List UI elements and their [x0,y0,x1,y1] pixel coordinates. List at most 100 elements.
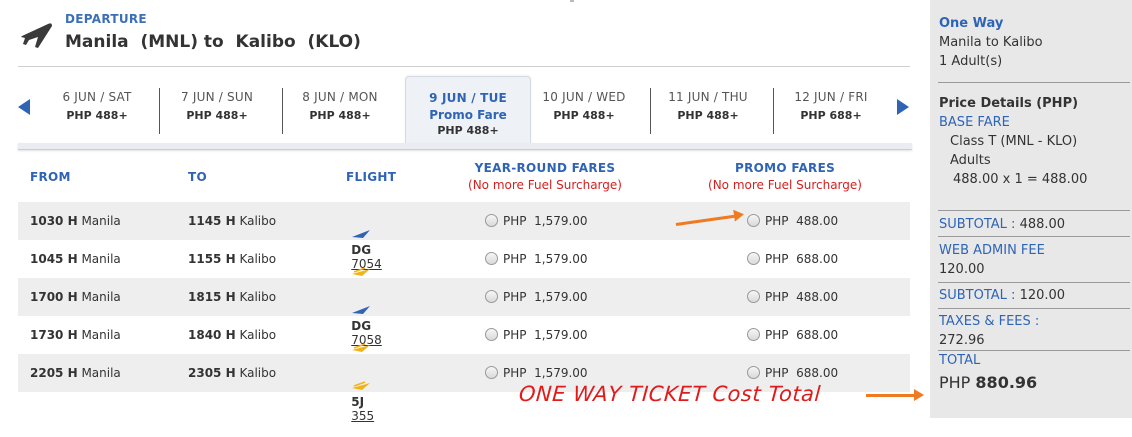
arrival-cell: 2305 H Kalibo [188,366,276,380]
arrival-city: Kalibo [239,328,277,342]
header-divider [18,66,910,67]
subtotal-admin: SUBTOTAL : 120.00 [939,288,1065,303]
taxes-fees-value: 272.96 [939,333,985,348]
annotation-arrow-head-icon [914,389,924,401]
arrival-cell: 1840 H Kalibo [188,328,276,342]
departure-time: 1700 H [30,290,78,304]
subtotal-label: SUBTOTAL : [939,217,1016,232]
promo-fare-price: PHP 488.00 [765,290,839,304]
promo-fares-title: PROMO FARES [734,161,836,175]
column-header-year-round: YEAR-ROUND FARES (No more Fuel Surcharge… [440,161,650,192]
table-row: 1030 H Manila 1145 H Kalibo DG 7054 PHP … [18,202,910,271]
promo-fare-radio[interactable] [747,214,760,227]
column-header-promo: PROMO FARES (No more Fuel Surcharge) [680,161,890,192]
promo-fare-radio[interactable] [747,366,760,379]
arrival-time: 1155 H [188,252,236,266]
date-tab-price: PHP 488+ [677,109,739,122]
subtotal-value: 488.00 [1019,217,1066,232]
flight-number-link[interactable]: 355 [351,409,374,423]
date-tab-10-jun[interactable]: 10 JUN / WED PHP 488+ [522,84,646,134]
year-round-fare-radio[interactable] [485,328,498,341]
date-tab-date: 10 JUN / WED [542,90,626,104]
date-tab-date: 7 JUN / SUN [181,90,253,104]
departure-city: Manila [81,366,121,380]
date-tab-8-jun[interactable]: 8 JUN / MON PHP 488+ [278,84,402,134]
total-value: 880.96 [975,373,1038,392]
departure-city: Manila [81,214,121,228]
promo-fare-radio[interactable] [747,290,760,303]
year-round-fare-radio[interactable] [485,252,498,265]
departure-label: DEPARTURE [65,12,147,26]
web-admin-fee-label: WEB ADMIN FEE [939,243,1045,258]
adults-fare-calculation: 488.00 x 1 = 488.00 [953,172,1088,187]
column-header-to: TO [188,170,207,184]
promo-fare-radio[interactable] [747,328,760,341]
year-round-fare-radio[interactable] [485,290,498,303]
divider [570,0,574,2]
date-tab-date: 9 JUN / TUE [429,91,507,105]
year-round-fare-radio[interactable] [485,214,498,227]
summary-divider [938,236,1130,237]
annotation-one-way-total: ONE WAY TICKET Cost Total [518,382,822,406]
column-header-flight: FLIGHT [346,170,397,184]
arrival-time: 1840 H [188,328,236,342]
year-round-fare-price: PHP 1,579.00 [503,252,588,266]
date-tab-price: PHP 488+ [309,109,371,122]
airline-logo-icon [352,267,371,276]
departure-cell: 1730 H Manila [30,328,121,342]
date-tab-9-jun-selected[interactable]: 9 JUN / TUE Promo Fare PHP 488+ [405,76,531,143]
summary-divider [938,308,1130,309]
summary-divider [938,210,1130,211]
airline-logo-icon [352,306,371,314]
date-tab-price: PHP 488+ [186,109,248,122]
airplane-icon [21,23,52,48]
year-round-fare-price: PHP 1,579.00 [503,214,588,228]
previous-dates-arrow-icon[interactable] [18,99,30,115]
arrival-city: Kalibo [239,214,277,228]
promo-fare-radio[interactable] [747,252,760,265]
arrival-time: 1145 H [188,214,236,228]
annotation-arrow-line [866,394,916,397]
airline-logo-icon [352,230,371,238]
date-tab-price: PHP 488+ [66,109,128,122]
annotation-arrow-head-icon [733,208,745,222]
date-tab-11-jun[interactable]: 11 JUN / THU PHP 488+ [646,84,770,134]
table-row: 1700 H Manila 1815 H Kalibo DG 7058 PHP … [18,278,910,347]
promo-fare-price: PHP 688.00 [765,366,839,380]
subtotal-value: 120.00 [1019,288,1066,303]
year-round-fare-price: PHP 1,579.00 [503,366,588,380]
arrival-city: Kalibo [239,366,277,380]
departure-time: 1030 H [30,214,78,228]
date-tab-12-jun[interactable]: 12 JUN / FRI PHP 688+ [769,84,893,134]
trip-type: One Way [939,16,1004,31]
flight-cell: 5J 355 [336,366,374,437]
date-tab-price: PHP 488+ [553,109,615,122]
year-round-fare-radio[interactable] [485,366,498,379]
date-tab-7-jun[interactable]: 7 JUN / SUN PHP 488+ [155,84,279,134]
year-round-fares-title: YEAR-ROUND FARES [474,161,616,175]
summary-divider [938,350,1130,351]
date-tab-price: PHP 688+ [800,109,862,122]
web-admin-fee-value: 120.00 [939,262,985,277]
promo-fare-price: PHP 688.00 [765,328,839,342]
taxes-fees-label: TAXES & FEES : [939,314,1040,329]
departure-city: Manila [81,290,121,304]
departure-time: 1045 H [30,252,78,266]
summary-divider [938,282,1130,283]
date-tab-date: 12 JUN / FRI [794,90,868,104]
promo-fares-note: (No more Fuel Surcharge) [708,178,862,192]
arrival-time: 2305 H [188,366,236,380]
arrival-city: Kalibo [239,290,277,304]
fare-class: Class T (MNL - KLO) [950,134,1078,149]
departure-cell: 2205 H Manila [30,366,121,380]
airline-code: 5J [351,395,365,409]
departure-cell: 1700 H Manila [30,290,121,304]
summary-passengers: 1 Adult(s) [939,54,1003,69]
arrival-cell: 1145 H Kalibo [188,214,276,228]
subtotal-label: SUBTOTAL : [939,288,1016,303]
total-amount: PHP 880.96 [939,373,1037,392]
summary-route: Manila to Kalibo [939,35,1043,50]
year-round-fare-price: PHP 1,579.00 [503,290,588,304]
date-tab-6-jun[interactable]: 6 JUN / SAT PHP 488+ [35,84,159,134]
next-dates-arrow-icon[interactable] [897,99,909,115]
